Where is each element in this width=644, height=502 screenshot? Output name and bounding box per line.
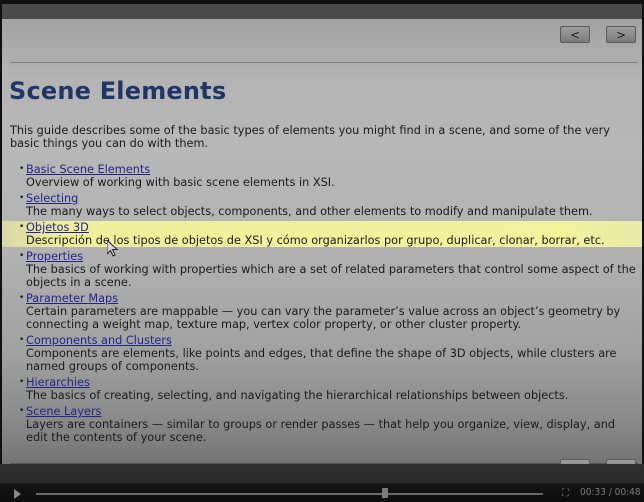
topic-link[interactable]: Parameter Maps (26, 292, 118, 305)
topic-item: • Scene Layers Layers are containers — sim… (2, 405, 642, 444)
chevron-left-icon: < (569, 28, 581, 42)
topic-link[interactable]: Hierarchies (26, 376, 90, 389)
bullet-icon: • (19, 193, 25, 203)
topic-item: • Components and Clusters Components are e… (2, 334, 642, 373)
play-icon[interactable] (14, 489, 21, 499)
seek-bar[interactable] (36, 493, 543, 495)
topic-link[interactable]: Basic Scene Elements (26, 163, 150, 176)
bullet-icon: • (19, 377, 25, 387)
bullet-icon: • (19, 164, 25, 174)
topic-link[interactable]: Properties (26, 250, 83, 263)
fullscreen-icon[interactable]: ⛶ (562, 489, 572, 499)
page-title: Scene Elements (9, 77, 227, 105)
divider (10, 62, 638, 63)
topic-link[interactable]: Selecting (26, 192, 78, 205)
video-frame: < > Scene Elements This guide describes … (2, 4, 642, 468)
topic-item: • Basic Scene Elements Overview of working… (2, 163, 642, 189)
bullet-icon: • (19, 335, 25, 345)
topic-description: Components are elements, like points and… (26, 347, 617, 373)
bullet-icon: • (19, 293, 25, 303)
chevron-right-icon: > (615, 28, 627, 42)
prev-page-button[interactable]: < (560, 26, 590, 43)
topic-list: • Basic Scene Elements Overview of working… (2, 163, 642, 447)
topic-item: • Objetos 3D Descripción de los tipos de o… (2, 221, 642, 247)
topic-item: • Selecting The many ways to select object… (2, 192, 642, 218)
bullet-icon: • (19, 251, 25, 261)
topic-link[interactable]: Scene Layers (26, 405, 101, 418)
topic-description: The basics of working with properties wh… (26, 263, 636, 289)
topic-item: • Properties The basics of working with pr… (2, 250, 642, 289)
bullet-icon: • (19, 406, 25, 416)
help-page: < > Scene Elements This guide describes … (2, 19, 642, 468)
top-bar (2, 4, 642, 19)
topic-link[interactable]: Components and Clusters (26, 334, 172, 347)
topic-item: • Parameter Maps Certain parameters are ma… (2, 292, 642, 331)
topic-link[interactable]: Objetos 3D (26, 221, 89, 234)
intro-text: This guide describes some of the basic t… (10, 124, 610, 150)
topic-description: The basics of creating, selecting, and n… (26, 389, 569, 402)
topic-description: The many ways to select objects, compone… (26, 205, 593, 218)
topic-description: Overview of working with basic scene ele… (26, 176, 335, 189)
time-display: 00:33 / 00:48 (580, 487, 641, 498)
video-player-controls: ⛶ 00:33 / 00:48 (0, 464, 644, 502)
next-page-button[interactable]: > (606, 26, 636, 43)
bullet-icon: • (19, 222, 25, 232)
seek-thumb[interactable] (381, 488, 388, 498)
topic-item: • Hierarchies The basics of creating, sele… (2, 376, 642, 402)
topic-description: Certain parameters are mappable — you ca… (26, 305, 621, 331)
topic-description: Layers are containers — similar to group… (26, 418, 616, 444)
